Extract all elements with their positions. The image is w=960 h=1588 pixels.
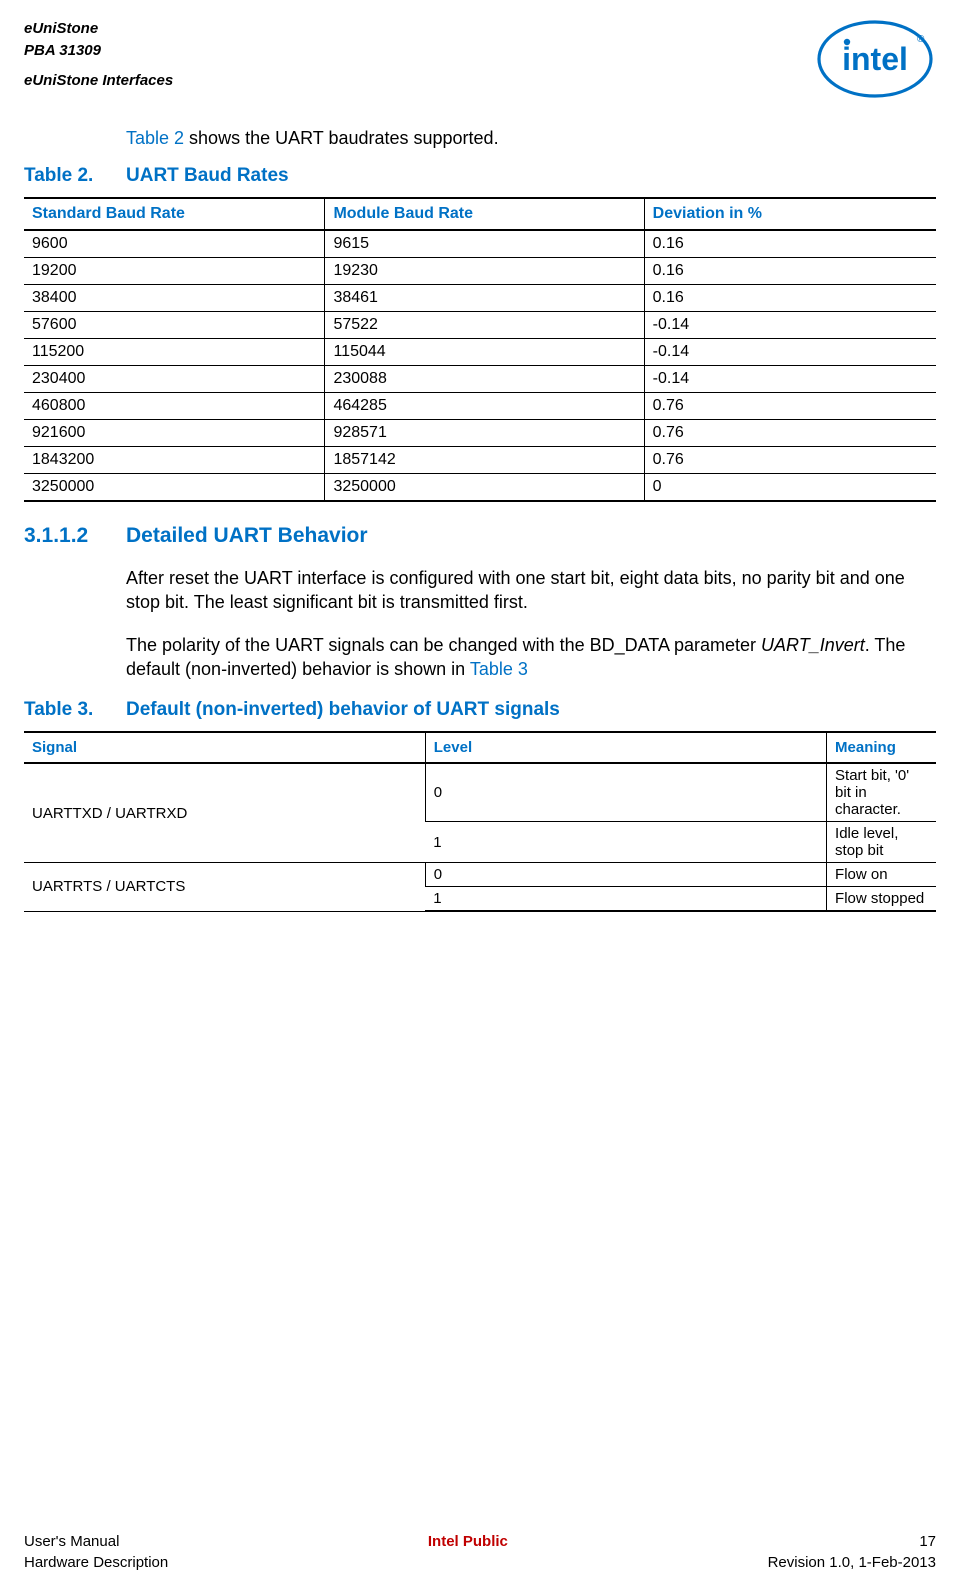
table-cell: 0.76 — [644, 447, 936, 474]
revision-info: Revision 1.0, 1-Feb-2013 — [768, 1552, 936, 1574]
table-cell: 115200 — [24, 339, 325, 366]
table-3-reference-link[interactable]: Table 3 — [470, 659, 528, 679]
footer-left: User's Manual Hardware Description — [24, 1531, 168, 1575]
doc-title-1: eUniStone — [24, 18, 173, 40]
table-cell: 0.16 — [644, 285, 936, 312]
table-row: 5760057522-0.14 — [24, 312, 936, 339]
table-2-reference-link[interactable]: Table 2 — [126, 128, 184, 148]
table-row: 9216009285710.76 — [24, 420, 936, 447]
uart-signals-table: Signal Level Meaning UARTTXD / UARTRXD0S… — [24, 731, 936, 912]
table-cell: 0.76 — [644, 393, 936, 420]
table-row: UARTTXD / UARTRXD0Start bit, '0' bit in … — [24, 763, 936, 822]
table-cell: -0.14 — [644, 312, 936, 339]
para2-italic: UART_Invert — [761, 635, 865, 655]
table-2-title: UART Baud Rates — [126, 165, 289, 187]
table-row: 4608004642850.76 — [24, 393, 936, 420]
paragraph-1: After reset the UART interface is config… — [126, 566, 936, 615]
table-cell: -0.14 — [644, 366, 936, 393]
header-titles: eUniStone PBA 31309 eUniStone Interfaces — [24, 18, 173, 91]
table-header-row: Standard Baud Rate Module Baud Rate Devi… — [24, 198, 936, 230]
intro-text: shows the UART baudrates supported. — [184, 128, 499, 148]
table-cell: 57522 — [325, 312, 644, 339]
section-title: Detailed UART Behavior — [126, 524, 368, 548]
table-cell: 3250000 — [24, 474, 325, 502]
table-cell: 38400 — [24, 285, 325, 312]
page-number: 17 — [768, 1531, 936, 1553]
table-cell: Start bit, '0' bit in character. — [827, 763, 936, 822]
svg-text:intel: intel — [842, 41, 908, 77]
doc-section-name: eUniStone Interfaces — [24, 70, 173, 92]
table-cell: 464285 — [325, 393, 644, 420]
intro-paragraph: Table 2 shows the UART baudrates support… — [126, 128, 936, 149]
table-cell: 1 — [425, 887, 826, 912]
table-cell: 1843200 — [24, 447, 325, 474]
section-heading: 3.1.1.2 Detailed UART Behavior — [24, 524, 936, 548]
table-cell: 57600 — [24, 312, 325, 339]
table-row: 184320018571420.76 — [24, 447, 936, 474]
intel-logo-icon: intel ® — [814, 18, 936, 100]
table-cell: 460800 — [24, 393, 325, 420]
table-cell: UARTRTS / UARTCTS — [24, 863, 425, 912]
table-cell: 19230 — [325, 258, 644, 285]
table-cell: 1857142 — [325, 447, 644, 474]
table-cell: 928571 — [325, 420, 644, 447]
table-cell: 230088 — [325, 366, 644, 393]
table-cell: 230400 — [24, 366, 325, 393]
table-cell: 9600 — [24, 230, 325, 258]
col-deviation: Deviation in % — [644, 198, 936, 230]
paragraph-2: The polarity of the UART signals can be … — [126, 633, 936, 682]
table-header-row: Signal Level Meaning — [24, 732, 936, 763]
table-cell: 115044 — [325, 339, 644, 366]
section-number: 3.1.1.2 — [24, 524, 126, 548]
col-level: Level — [425, 732, 826, 763]
col-meaning: Meaning — [827, 732, 936, 763]
col-standard-baud: Standard Baud Rate — [24, 198, 325, 230]
footer-hw-description: Hardware Description — [24, 1552, 168, 1574]
table-row: 960096150.16 — [24, 230, 936, 258]
table-cell: Flow stopped — [827, 887, 936, 912]
table-cell: 38461 — [325, 285, 644, 312]
table-cell: 19200 — [24, 258, 325, 285]
table-2-number: Table 2. — [24, 165, 126, 187]
table-row: 115200115044-0.14 — [24, 339, 936, 366]
table-row: 230400230088-0.14 — [24, 366, 936, 393]
table-row: 325000032500000 — [24, 474, 936, 502]
footer-right: 17 Revision 1.0, 1-Feb-2013 — [768, 1531, 936, 1575]
table-cell: -0.14 — [644, 339, 936, 366]
table-cell: 3250000 — [325, 474, 644, 502]
svg-text:®: ® — [917, 34, 925, 45]
table-cell: 1 — [425, 822, 826, 863]
table-cell: Idle level, stop bit — [827, 822, 936, 863]
table-cell: 0 — [425, 863, 826, 887]
table-row: 38400384610.16 — [24, 285, 936, 312]
table-3-caption: Table 3. Default (non-inverted) behavior… — [24, 699, 936, 721]
col-module-baud: Module Baud Rate — [325, 198, 644, 230]
table-cell: UARTTXD / UARTRXD — [24, 763, 425, 863]
table-cell: Flow on — [827, 863, 936, 887]
table-3-title: Default (non-inverted) behavior of UART … — [126, 699, 560, 721]
table-row: 19200192300.16 — [24, 258, 936, 285]
table-cell: 0 — [425, 763, 826, 822]
table-cell: 0.16 — [644, 230, 936, 258]
table-cell: 9615 — [325, 230, 644, 258]
table-cell: 0.16 — [644, 258, 936, 285]
table-2-caption: Table 2. UART Baud Rates — [24, 165, 936, 187]
page-header: eUniStone PBA 31309 eUniStone Interfaces… — [24, 18, 936, 100]
page-footer: User's Manual Hardware Description Intel… — [24, 1531, 936, 1575]
footer-users-manual: User's Manual — [24, 1531, 168, 1553]
table-cell: 921600 — [24, 420, 325, 447]
para2-part-a: The polarity of the UART signals can be … — [126, 635, 761, 655]
table-row: UARTRTS / UARTCTS0Flow on — [24, 863, 936, 887]
uart-baud-rates-table: Standard Baud Rate Module Baud Rate Devi… — [24, 197, 936, 502]
col-signal: Signal — [24, 732, 425, 763]
table-cell: 0 — [644, 474, 936, 502]
footer-classification: Intel Public — [428, 1531, 508, 1575]
table-3-number: Table 3. — [24, 699, 126, 721]
doc-title-2: PBA 31309 — [24, 40, 173, 62]
table-cell: 0.76 — [644, 420, 936, 447]
